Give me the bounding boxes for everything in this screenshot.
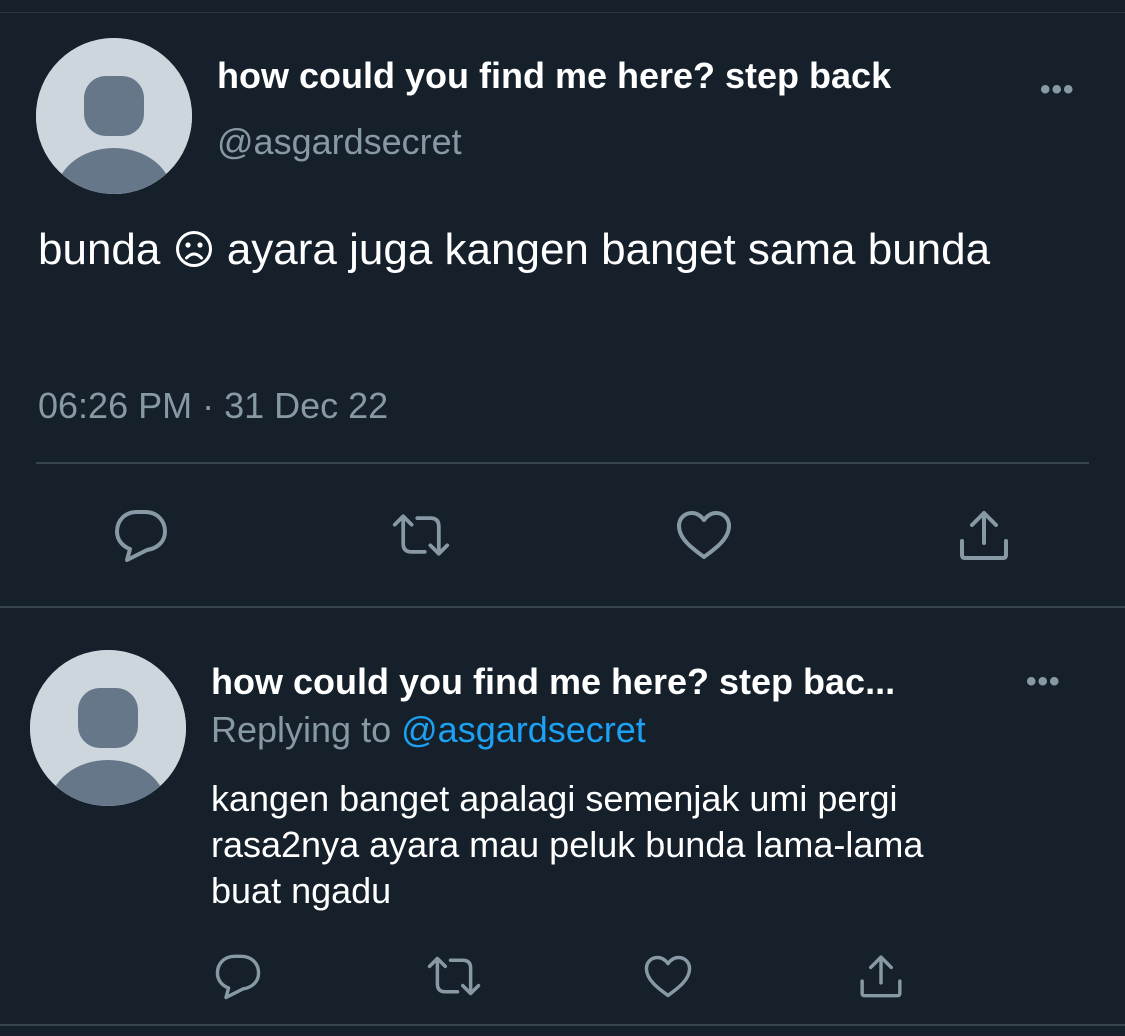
tweet-text-line: buat ngadu — [211, 870, 392, 911]
share-button[interactable] — [954, 505, 1014, 565]
retweet-icon — [392, 514, 450, 556]
tweet-text-line: rasa2nya ayara mau peluk bunda lama-lama — [211, 824, 924, 865]
share-icon — [860, 955, 902, 998]
retweet-button[interactable] — [424, 946, 484, 1006]
tweet-timestamp[interactable]: 06:26 PM · 31 Dec 22 — [38, 382, 388, 430]
tweet-text-line: kangen banget apalagi semenjak umi pergi — [211, 778, 898, 819]
default-avatar-icon — [30, 650, 186, 806]
more-options-button[interactable]: ••• — [1040, 75, 1084, 105]
replying-to-label: Replying to — [211, 709, 392, 750]
reply-icon — [215, 954, 261, 1000]
frowning-face-icon — [175, 224, 213, 284]
share-icon — [960, 511, 1008, 560]
username[interactable]: @asgardsecret — [217, 120, 462, 164]
reply-button[interactable] — [111, 505, 171, 565]
heart-icon — [677, 511, 731, 559]
display-name[interactable]: how could you find me here? step back — [217, 54, 891, 98]
avatar[interactable] — [30, 650, 186, 806]
more-options-button[interactable]: ••• — [1026, 667, 1070, 697]
replying-to: Replying to @asgardsecret — [211, 708, 646, 752]
tweet-text: bunda ayara juga kangen banget sama bund… — [38, 220, 1088, 284]
reply-icon — [115, 510, 167, 562]
tweet-text-part: bunda — [38, 225, 161, 274]
like-button[interactable] — [638, 946, 698, 1006]
top-divider — [0, 12, 1125, 13]
display-name[interactable]: how could you find me here? step bac... — [211, 660, 895, 704]
heart-icon — [644, 955, 692, 997]
avatar[interactable] — [36, 38, 192, 194]
retweet-button[interactable] — [391, 505, 451, 565]
share-button[interactable] — [851, 946, 911, 1006]
tweet-text: kangen banget apalagi semenjak umi pergi… — [211, 776, 1091, 914]
mention-link[interactable]: @asgardsecret — [401, 709, 646, 750]
bottom-divider — [0, 1024, 1125, 1026]
reply-button[interactable] — [208, 946, 268, 1006]
divider — [36, 462, 1089, 464]
tweet-text-part: ayara juga kangen banget sama bunda — [226, 225, 991, 274]
like-button[interactable] — [674, 505, 734, 565]
tweet-separator — [0, 606, 1125, 608]
retweet-icon — [427, 956, 481, 996]
default-avatar-icon — [36, 38, 192, 194]
